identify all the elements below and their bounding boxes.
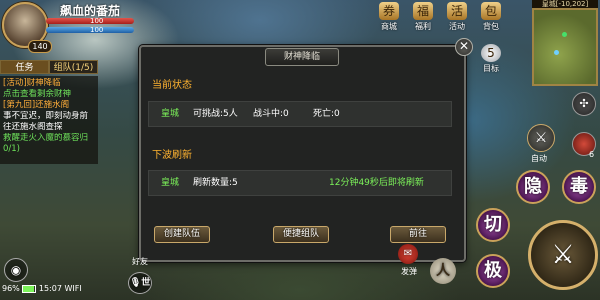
welfare-label: 福利 (415, 22, 431, 31)
bag-label: 背包 (483, 22, 499, 31)
welfare-icon: 福 (413, 2, 433, 20)
mp-bar: 100 (46, 27, 134, 34)
battery-icon (22, 284, 37, 293)
quest-line[interactable]: 救醒走火入魔的慕容归 (3, 133, 95, 144)
refresh-count: 刷新数量:5 (193, 178, 238, 188)
current-status-label: 当前状态 (152, 80, 192, 91)
potion-count: 6 (589, 150, 595, 159)
crosshair-icon[interactable]: ✣ (572, 92, 596, 116)
npc-marker-icon (554, 50, 559, 55)
refresh-countdown: 12分钟49秒后即将刷新 (329, 178, 424, 188)
world-chat-button[interactable]: 🎙世 (128, 272, 152, 294)
status-dead: 死亡:0 (313, 109, 340, 119)
next-wave-label: 下波刷新 (152, 150, 192, 161)
red-packet-icon[interactable]: ✉ (398, 244, 418, 264)
quick-team-button[interactable]: 便捷组队 (273, 226, 329, 243)
go-button[interactable]: 前往 (390, 226, 446, 243)
camera-icon[interactable]: ◉ (4, 258, 28, 282)
shop-icon: 券 (379, 2, 399, 20)
world-chat-label: 世 (141, 278, 151, 288)
battery-percent: 96% (2, 284, 20, 293)
quest-line[interactable]: 点击查看剩余财神 (3, 89, 95, 100)
bag-button[interactable]: 包 背包 (478, 2, 504, 36)
auto-battle-icon[interactable]: ⚔ (527, 124, 555, 152)
status-in-battle: 战斗中:0 (253, 109, 289, 119)
quest-line[interactable]: [第九回]还施水阁 (3, 100, 95, 111)
activity-button[interactable]: 活 活动 (444, 2, 470, 36)
player-level: 140 (28, 40, 52, 53)
clock-time: 15:07 (38, 284, 62, 293)
attack-button[interactable]: ⚔ (528, 220, 598, 290)
quest-list[interactable]: [活动]财神降临 点击查看剩余财神 [第九回]还施水阁 事不宜迟，即刻动身前 往… (0, 76, 98, 164)
status-challengeable: 可挑战:5人 (193, 109, 238, 119)
quest-tabs: 任务 组队(1/5) (0, 60, 98, 74)
skill-hide-button[interactable]: 隐 (516, 170, 550, 204)
welfare-button[interactable]: 福 福利 (410, 2, 436, 36)
target-button[interactable]: 5 目标 (478, 44, 504, 78)
activity-label: 活动 (449, 22, 465, 31)
hp-bar: 100 (46, 18, 134, 25)
mic-icon: 🎙 (129, 278, 142, 288)
minimap[interactable] (532, 8, 598, 86)
target-icon: 5 (481, 44, 501, 62)
tab-tasks[interactable]: 任务 (0, 60, 49, 74)
close-icon[interactable]: ✕ (455, 38, 473, 56)
quest-line[interactable]: 事不宜迟，即刻动身前 (3, 111, 95, 122)
skill-cut-button[interactable]: 切 (476, 208, 510, 242)
quest-line[interactable]: [活动]财神降临 (3, 78, 95, 89)
red-packet-label: 发弹 (401, 267, 417, 276)
player-marker-icon (562, 32, 567, 37)
create-team-button[interactable]: 创建队伍 (154, 226, 210, 243)
tab-team[interactable]: 组队(1/5) (49, 60, 98, 74)
shop-button[interactable]: 券 商城 (376, 2, 402, 36)
target-label: 目标 (483, 64, 499, 73)
friends-button[interactable]: 好友 (128, 256, 152, 267)
quest-line[interactable]: 往还施水阁查探 (3, 122, 95, 133)
bag-icon: 包 (481, 2, 501, 20)
status-row: 皇城 可挑战:5人 战斗中:0 死亡:0 (148, 101, 452, 127)
network-status: WIFI (64, 284, 82, 293)
refresh-row: 皇城 刷新数量:5 12分钟49秒后即将刷新 (148, 170, 452, 196)
auto-battle-label: 自动 (531, 154, 547, 163)
status-city: 皇城 (161, 109, 180, 119)
device-status: 96% 15:07 WIFI (2, 284, 82, 293)
shop-label: 商城 (381, 22, 397, 31)
dialog-title: 财神降临 (265, 48, 339, 66)
activity-icon: 活 (447, 2, 467, 20)
refresh-city: 皇城 (161, 178, 180, 188)
skill-poison-button[interactable]: 毒 (562, 170, 596, 204)
skill-extreme-button[interactable]: 极 (476, 254, 510, 288)
quest-line[interactable]: 0/1) (3, 144, 95, 155)
ride-button[interactable]: 人 (430, 258, 456, 284)
